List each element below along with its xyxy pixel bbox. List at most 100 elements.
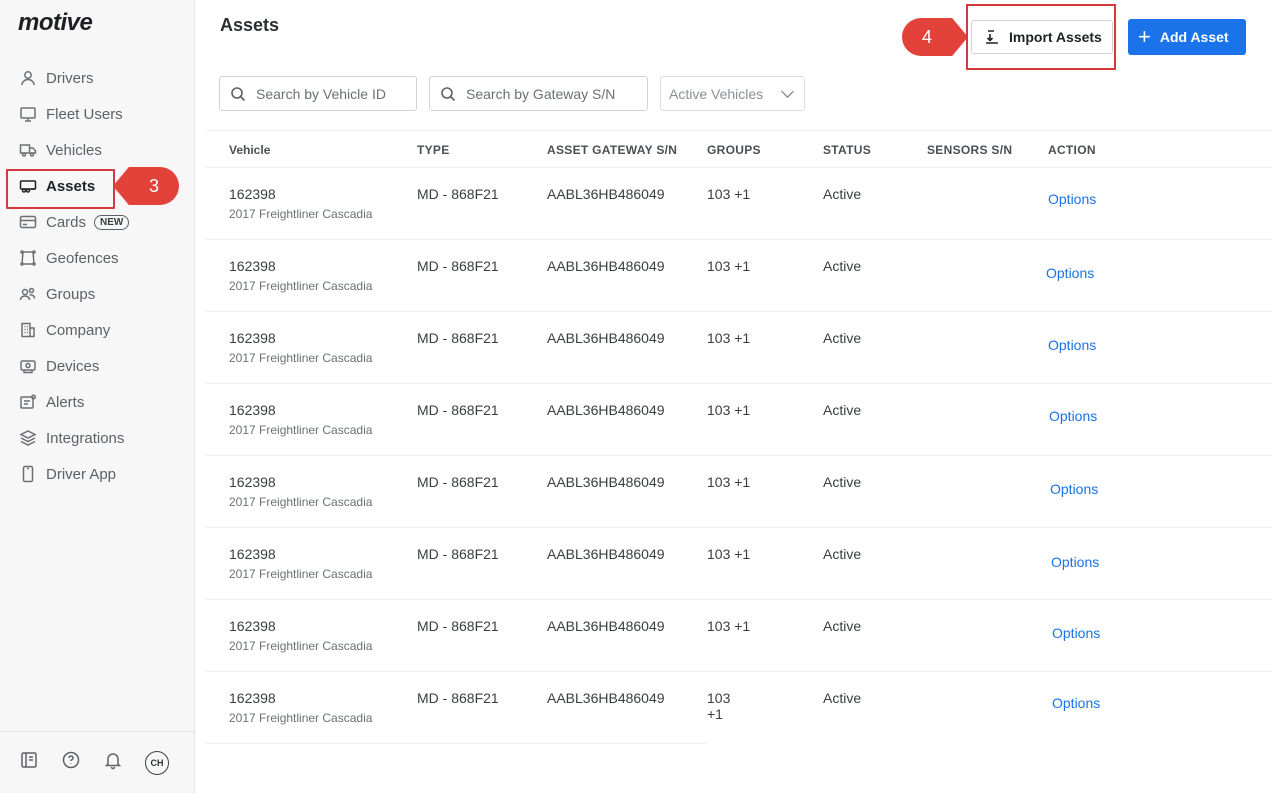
sidebar-item-label: Drivers	[46, 69, 94, 87]
import-icon	[986, 30, 998, 44]
options-link[interactable]: Options	[1049, 408, 1097, 424]
status: Active	[823, 258, 862, 274]
sidebar-item-cards[interactable]: Cards NEW	[0, 204, 195, 240]
sidebar-item-vehicles[interactable]: Vehicles	[0, 132, 195, 168]
chevron-down-icon	[781, 85, 794, 98]
group-icon	[19, 285, 37, 303]
gateway-sn: AABL36HB486049	[547, 330, 665, 346]
gateway-sn: AABL36HB486049	[547, 474, 665, 490]
options-link[interactable]: Options	[1048, 191, 1096, 207]
assets-table: Vehicle TYPE ASSET GATEWAY S/N GROUPS ST…	[206, 130, 1272, 744]
gateway-sn: AABL36HB486049	[547, 546, 665, 562]
column-header-vehicle[interactable]: Vehicle	[229, 143, 270, 157]
status: Active	[823, 690, 862, 706]
vehicle-id[interactable]: 162398	[229, 258, 276, 274]
vehicle-model: 2017 Freightliner Cascadia	[229, 423, 373, 437]
asset-type: MD - 868F21	[417, 474, 499, 490]
vehicle-model: 2017 Freightliner Cascadia	[229, 711, 373, 725]
truck-icon	[19, 141, 37, 159]
asset-type: MD - 868F21	[417, 402, 499, 418]
groups[interactable]: 103 +1	[707, 474, 750, 490]
vehicle-id[interactable]: 162398	[229, 546, 276, 562]
sidebar-item-geofences[interactable]: Geofences	[0, 240, 195, 276]
table-row[interactable]: 162398 2017 Freightliner Cascadia MD - 8…	[206, 168, 1272, 240]
asset-type: MD - 868F21	[417, 546, 499, 562]
groups[interactable]: 103 +1	[707, 258, 750, 274]
status: Active	[823, 330, 862, 346]
import-assets-button[interactable]: Import Assets	[971, 20, 1113, 54]
sidebar-item-drivers[interactable]: Drivers	[0, 60, 195, 96]
table-row[interactable]: 162398 2017 Freightliner Cascadia MD - 8…	[206, 528, 1272, 600]
vehicle-id[interactable]: 162398	[229, 186, 276, 202]
vehicle-id[interactable]: 162398	[229, 474, 276, 490]
gateway-sn: AABL36HB486049	[547, 402, 665, 418]
status: Active	[823, 474, 862, 490]
bell-icon[interactable]	[103, 750, 123, 775]
options-link[interactable]: Options	[1050, 481, 1098, 497]
options-link[interactable]: Options	[1052, 695, 1100, 711]
help-icon[interactable]	[61, 750, 81, 775]
vehicle-id[interactable]: 162398	[229, 618, 276, 634]
sidebar-item-integrations[interactable]: Integrations	[0, 420, 195, 456]
sidebar-item-label: Groups	[46, 285, 96, 303]
sidebar-item-label: Assets	[46, 177, 96, 195]
search-icon	[441, 86, 456, 101]
vehicle-id[interactable]: 162398	[229, 690, 276, 706]
new-badge: NEW	[94, 214, 130, 230]
search-vehicle-input[interactable]	[256, 85, 416, 102]
sidebar-item-company[interactable]: Company	[0, 312, 195, 348]
status: Active	[823, 546, 862, 562]
table-row[interactable]: 162398 2017 Freightliner Cascadia MD - 8…	[206, 312, 1272, 384]
column-header-sensors[interactable]: SENSORS S/N	[927, 143, 1012, 157]
groups[interactable]: 103 +1	[707, 546, 750, 562]
vehicle-id[interactable]: 162398	[229, 330, 276, 346]
options-link[interactable]: Options	[1052, 625, 1100, 641]
vehicle-model: 2017 Freightliner Cascadia	[229, 639, 373, 653]
motive-logo[interactable]: motive	[18, 9, 93, 37]
search-gateway-input[interactable]	[466, 85, 647, 102]
main-content: Assets Import Assets + Add Asset Active …	[196, 0, 1280, 793]
status: Active	[823, 402, 862, 418]
groups[interactable]: 103 +1	[707, 330, 750, 346]
table-row[interactable]: 162398 2017 Freightliner Cascadia MD - 8…	[206, 456, 1272, 528]
status-filter-value: Active Vehicles	[669, 85, 764, 102]
column-header-type[interactable]: TYPE	[417, 143, 450, 157]
groups[interactable]: 103 +1	[707, 618, 750, 634]
search-vehicle-box	[219, 76, 417, 111]
vehicle-id[interactable]: 162398	[229, 402, 276, 418]
sidebar-item-devices[interactable]: Devices	[0, 348, 195, 384]
status-filter-select[interactable]: Active Vehicles	[660, 76, 805, 111]
options-link[interactable]: Options	[1051, 554, 1099, 570]
column-header-status[interactable]: STATUS	[823, 143, 871, 157]
groups[interactable]: 103 +1	[707, 690, 730, 722]
sidebar-item-label: Integrations	[46, 429, 125, 447]
options-link[interactable]: Options	[1046, 265, 1094, 281]
sidebar: motive Drivers Fleet Users Vehicles Asse…	[0, 0, 195, 793]
asset-type: MD - 868F21	[417, 186, 499, 202]
table-row[interactable]: 162398 2017 Freightliner Cascadia MD - 8…	[206, 672, 1100, 744]
column-header-gateway[interactable]: ASSET GATEWAY S/N	[547, 143, 677, 157]
avatar[interactable]: CH	[145, 750, 169, 775]
table-row[interactable]: 162398 2017 Freightliner Cascadia MD - 8…	[206, 240, 1272, 312]
groups[interactable]: 103 +1	[707, 186, 750, 202]
column-header-groups[interactable]: GROUPS	[707, 143, 761, 157]
add-asset-button[interactable]: + Add Asset	[1128, 19, 1246, 55]
status: Active	[823, 186, 862, 202]
sidebar-item-alerts[interactable]: Alerts	[0, 384, 195, 420]
table-header: Vehicle TYPE ASSET GATEWAY S/N GROUPS ST…	[206, 130, 1272, 168]
options-link[interactable]: Options	[1048, 337, 1096, 353]
table-row[interactable]: 162398 2017 Freightliner Cascadia MD - 8…	[206, 600, 1272, 672]
sidebar-item-label: Driver App	[46, 465, 117, 483]
plus-icon: +	[1138, 24, 1151, 49]
sidebar-item-driver-app[interactable]: Driver App	[0, 456, 195, 492]
sidebar-item-fleet-users[interactable]: Fleet Users	[0, 96, 195, 132]
sidebar-item-groups[interactable]: Groups	[0, 276, 195, 312]
groups[interactable]: 103 +1	[707, 402, 750, 418]
sidebar-item-label: Fleet Users	[46, 105, 123, 123]
phone-icon	[19, 465, 37, 483]
gateway-sn: AABL36HB486049	[547, 690, 665, 706]
book-icon[interactable]	[19, 750, 39, 775]
table-row[interactable]: 162398 2017 Freightliner Cascadia MD - 8…	[206, 384, 1272, 456]
import-assets-label: Import Assets	[1009, 29, 1102, 45]
sidebar-footer: CH	[0, 731, 195, 793]
